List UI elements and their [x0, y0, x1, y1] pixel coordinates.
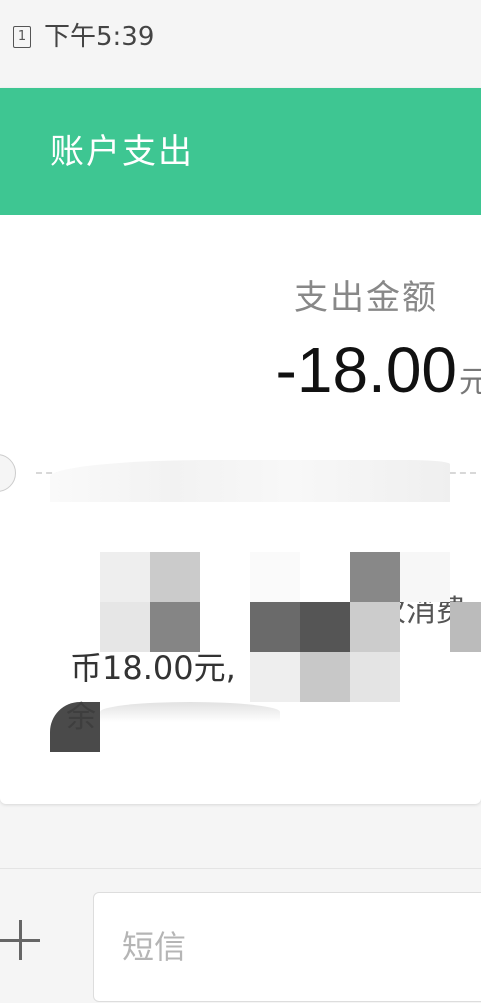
sim-card-icon: 1 — [13, 26, 31, 48]
composer-bar: 短信 — [0, 868, 481, 1003]
mosaic-block — [100, 552, 150, 602]
sms-input[interactable]: 短信 — [93, 892, 481, 1002]
status-time: 下午5:39 — [44, 22, 155, 52]
amount-value: -18.00 — [275, 334, 457, 406]
detail-text: 币18.00元, — [70, 649, 236, 687]
mosaic-block — [250, 602, 300, 652]
divider-notch — [0, 454, 16, 492]
mosaic-block — [150, 552, 200, 602]
mosaic-block — [450, 602, 481, 652]
mosaic-block — [400, 552, 450, 602]
mosaic-block — [300, 652, 350, 702]
mosaic-block — [350, 602, 400, 652]
amount-row: -18.00元 — [276, 332, 481, 408]
mosaic-block — [350, 552, 400, 602]
mosaic-block — [100, 602, 150, 652]
card-header: 账户支出 — [0, 88, 481, 215]
detail-text-partial: 余 — [66, 700, 96, 735]
mosaic-block — [350, 652, 400, 702]
amount-label: 支出金额 — [294, 278, 438, 318]
mosaic-smudge — [100, 702, 280, 722]
amount-unit: 元 — [459, 365, 481, 400]
mosaic-blur-top — [50, 460, 450, 502]
mosaic-block — [250, 552, 300, 602]
mosaic-block — [250, 652, 300, 702]
plus-icon[interactable] — [0, 919, 42, 961]
sms-card[interactable]: 账户支出 支出金额 -18.00元 次消费 币18.00元, 余 — [0, 88, 481, 804]
card-title: 账户支出 — [50, 132, 194, 172]
mosaic-block — [300, 602, 350, 652]
sms-placeholder: 短信 — [122, 928, 187, 966]
status-bar: 1 下午5:39 — [0, 0, 481, 80]
mosaic-block — [150, 602, 200, 652]
